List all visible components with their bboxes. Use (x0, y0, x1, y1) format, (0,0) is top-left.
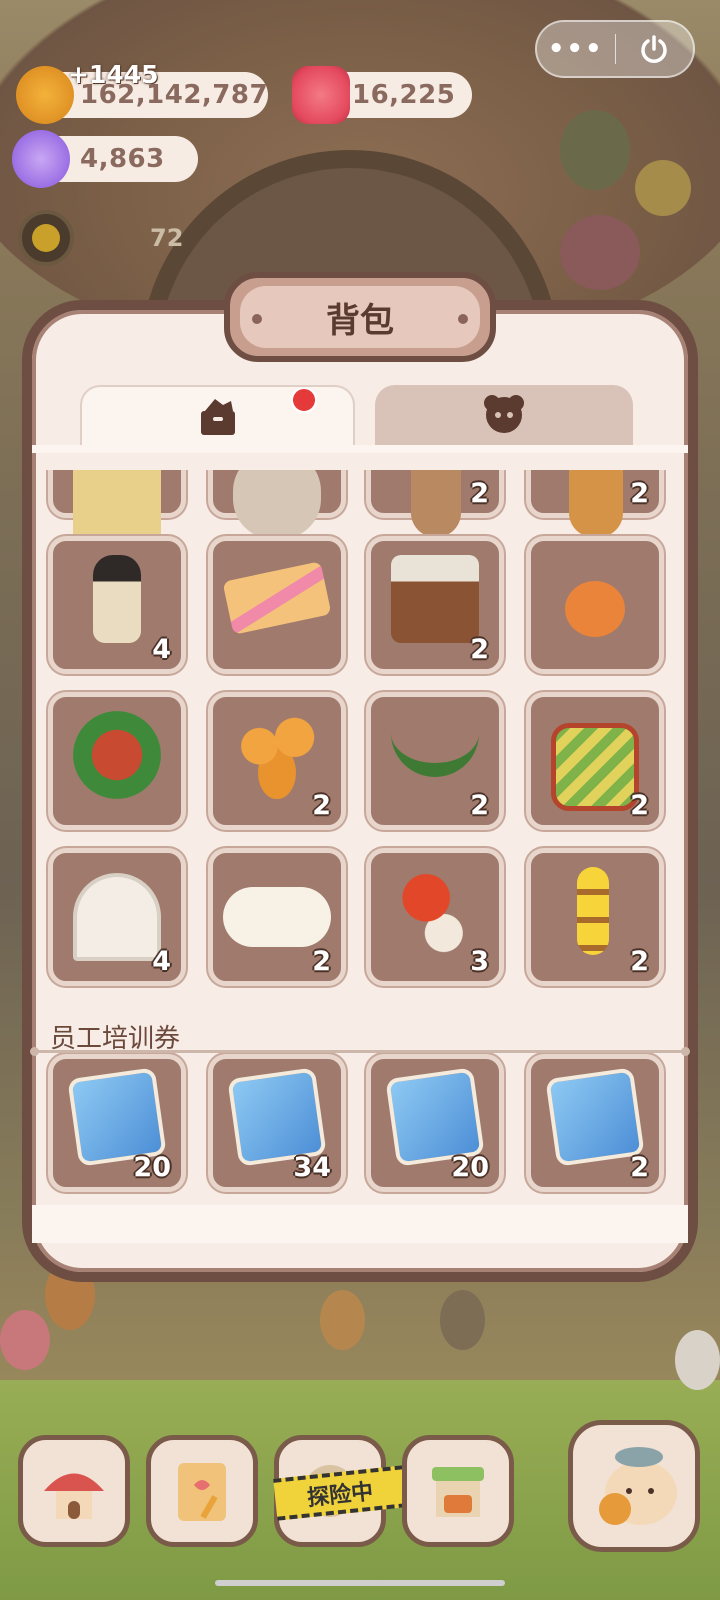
biscuit-sandwich-icon (222, 561, 332, 635)
inventory-slot-carrot-pot[interactable] (526, 536, 664, 674)
item-count: 34 (293, 1152, 331, 1183)
inventory-slot-striped-bed[interactable]: 2 (526, 692, 664, 830)
npc-character (0, 1310, 50, 1370)
item-art (73, 470, 161, 541)
panel-title: 背包 (326, 300, 394, 341)
item-count: 20 (133, 1152, 171, 1183)
item-art (569, 470, 623, 537)
shop-stall-icon (432, 1467, 484, 1517)
inventory-slot[interactable]: 2 (366, 470, 504, 537)
inventory-slot-spatula-voucher[interactable]: 20 (48, 1054, 186, 1192)
inventory-slot[interactable]: 2 (526, 470, 664, 537)
fluffy-rug-icon (223, 887, 331, 947)
npc-character (560, 215, 640, 290)
inventory-slot-berry-tree-rabbit[interactable]: 3 (366, 848, 504, 986)
inventory-slot-anubis-statue[interactable]: 4 (48, 536, 186, 674)
nav-notebook-button[interactable] (146, 1435, 258, 1547)
striped-bed-icon (551, 723, 639, 811)
item-count: 20 (451, 1152, 489, 1183)
item-count: 2 (630, 478, 649, 509)
inventory-slot-glasses-voucher[interactable]: 2 (526, 1054, 664, 1192)
miniprogram-capsule: ••• (535, 20, 695, 78)
system-home-indicator[interactable] (215, 1580, 505, 1586)
christmas-sofa-icon (73, 711, 161, 799)
inventory-slot-white-headboard[interactable]: 4 (48, 848, 186, 986)
carrot-pot-icon (565, 581, 625, 637)
new-item-badge (291, 387, 317, 413)
white-headboard-icon (73, 873, 161, 961)
gingerbread-men-icon (233, 711, 321, 799)
anubis-statue-icon (93, 555, 141, 643)
berry-tree-rabbit-icon (391, 867, 479, 955)
cookie-coin-icon (16, 66, 74, 124)
more-options-button[interactable]: ••• (537, 34, 615, 64)
level-badge[interactable] (18, 210, 74, 266)
item-art (233, 470, 321, 539)
mushroom-house-icon (44, 1473, 104, 1519)
panel-title-plaque: 背包 (224, 272, 496, 362)
inventory-slot[interactable] (208, 470, 346, 539)
inventory-slot-biscuit-sandwich[interactable] (208, 536, 346, 674)
explore-status-label: 探险中 (306, 1479, 375, 1512)
tab-characters[interactable] (375, 385, 633, 445)
writing-desk-icon (391, 555, 479, 643)
npc-character (440, 1290, 485, 1350)
gem-value: 4,863 (80, 144, 165, 174)
nav-home-button[interactable] (18, 1435, 130, 1547)
candle-counter[interactable]: 16,225 (292, 66, 472, 124)
level-sun-icon (32, 224, 60, 252)
character-icon (484, 395, 524, 433)
inventory-slot-fluffy-rug[interactable]: 2 (208, 848, 346, 986)
candle-value: 16,225 (352, 80, 456, 110)
item-count: 4 (152, 946, 171, 977)
item-count: 2 (630, 1152, 649, 1183)
item-count: 2 (312, 790, 331, 821)
item-count: 2 (630, 946, 649, 977)
panel-bottom-fade (32, 1205, 688, 1243)
npc-character (675, 1330, 720, 1390)
inventory-slot-writing-desk[interactable]: 2 (366, 536, 504, 674)
christmas-garland-icon (391, 727, 479, 777)
inventory-slot-gingerbread-men[interactable]: 2 (208, 692, 346, 830)
gem-counter[interactable]: 4,863 (12, 130, 198, 188)
item-count: 4 (152, 634, 171, 665)
coin-gain-popup: +1445 (68, 60, 159, 89)
inventory-slot-christmas-garland[interactable]: 2 (366, 692, 504, 830)
power-icon (641, 35, 667, 63)
candy-gem-icon (12, 130, 70, 188)
inventory-slot-christmas-sofa[interactable] (48, 692, 186, 830)
inventory-slot-lantern-string[interactable]: 2 (526, 848, 664, 986)
fish-mascot-icon (599, 1447, 677, 1525)
section-divider (30, 1047, 690, 1056)
inventory-slot-fist-voucher[interactable]: 34 (208, 1054, 346, 1192)
inventory-slot-book-voucher[interactable]: 20 (366, 1054, 504, 1192)
item-count: 2 (630, 790, 649, 821)
tab-underline (32, 445, 688, 453)
lantern-string-icon (577, 867, 609, 955)
npc-character (320, 1290, 365, 1350)
item-count: 2 (470, 790, 489, 821)
item-count: 2 (470, 478, 489, 509)
item-art (411, 470, 461, 537)
bag-icon (200, 399, 235, 435)
inventory-slot[interactable] (48, 470, 186, 541)
npc-character (560, 110, 630, 190)
candle-icon (292, 66, 350, 124)
nav-mascot-button[interactable] (568, 1420, 700, 1552)
gear-decoration (635, 160, 691, 216)
inventory-grid: 2 2 4 2 2 2 2 4 2 3 2 20 34 20 2 (32, 470, 688, 1222)
item-count: 2 (312, 946, 331, 977)
item-count: 3 (470, 946, 489, 977)
level-value: 72 (150, 224, 184, 252)
item-count: 2 (470, 634, 489, 665)
exit-button[interactable] (616, 33, 694, 65)
notebook-icon (178, 1463, 226, 1521)
nav-shop-button[interactable] (402, 1435, 514, 1547)
